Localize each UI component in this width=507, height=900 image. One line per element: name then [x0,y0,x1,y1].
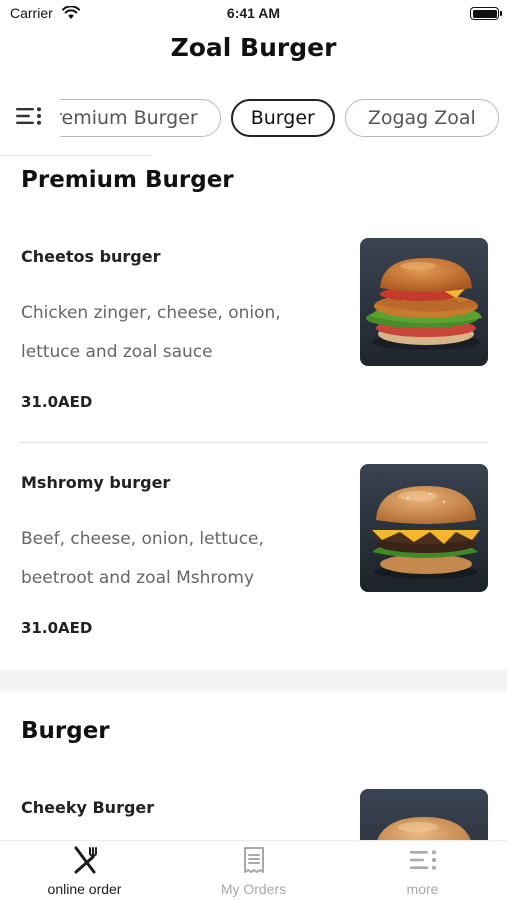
category-pill-premium-burger[interactable]: Premium Burger [60,99,221,137]
filter-list-icon [16,107,41,125]
battery-icon [470,7,502,20]
filter-menu-button[interactable] [10,101,48,135]
receipt-icon [239,845,269,875]
tab-more[interactable]: more [338,841,507,900]
category-bar: Premium Burger Burger Zogag Zoal [0,93,507,143]
item-name: Mshromy burger [21,473,171,492]
menu-item[interactable]: Mshromy burger Beef, cheese, onion, lett… [0,383,507,637]
tab-online-order[interactable]: online order [0,841,169,900]
category-pills: Premium Burger Burger Zogag Zoal [60,99,507,139]
menu-item[interactable]: Cheeky Burger [0,708,507,840]
item-price: 31.0AED [21,619,93,637]
status-time: 6:41 AM [226,5,281,21]
tab-my-orders[interactable]: My Orders [169,841,338,900]
tab-label: more [406,881,439,897]
menu-list: Premium Burger Cheetos burger Chicken zi… [0,157,507,840]
burger-photo [360,789,488,840]
beef-burger-photo [360,464,488,592]
menu-list-icon [408,845,438,875]
item-description: Chicken zinger, cheese, onion, lettuce a… [21,303,281,362]
category-pill-zogag-zoal[interactable]: Zogag Zoal [344,99,499,137]
tab-bar: online order My Orders more [0,840,507,900]
tab-label: online order [47,881,122,897]
chicken-burger-photo [360,238,488,366]
item-name: Cheetos burger [21,247,161,266]
item-name: Cheeky Burger [21,798,155,817]
section-separator [0,670,507,692]
status-bar: Carrier 6:41 AM [0,0,507,28]
menu-item[interactable]: Cheetos burger Chicken zinger, cheese, o… [0,157,507,411]
item-description: Beef, cheese, onion, lettuce, beetroot a… [21,529,264,588]
category-pill-burger[interactable]: Burger [230,99,335,137]
fork-knife-icon [70,845,100,875]
tab-label: My Orders [220,881,287,897]
page-title: Zoal Burger [170,33,337,62]
category-bar-divider [0,155,152,156]
